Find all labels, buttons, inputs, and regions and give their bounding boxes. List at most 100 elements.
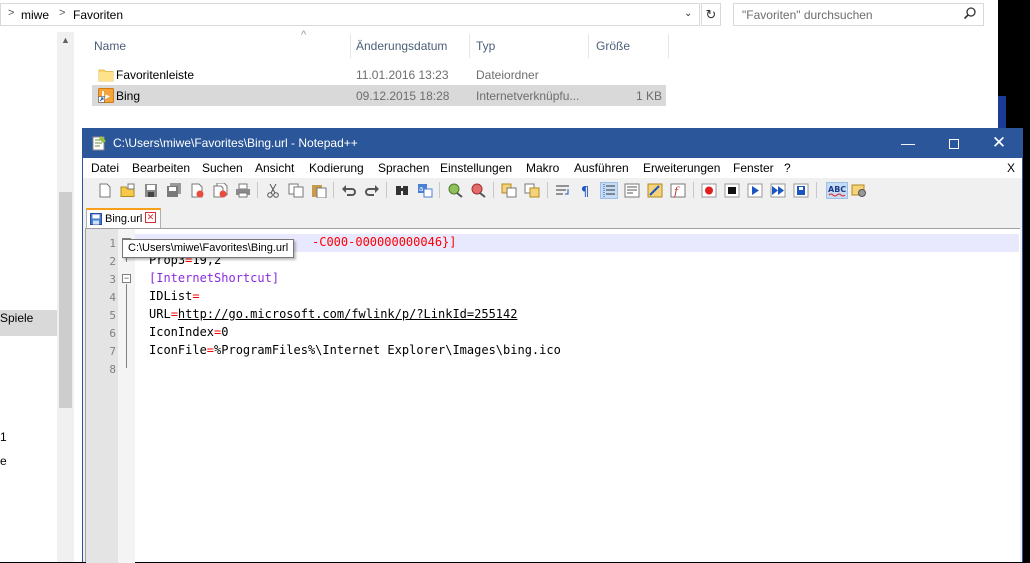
menu-file[interactable]: Datei	[91, 161, 119, 175]
paste-icon[interactable]	[311, 183, 327, 198]
file-date: 11.01.2016 13:23	[356, 68, 449, 82]
menu-run[interactable]: Ausführen	[574, 161, 629, 175]
doc-map-icon[interactable]	[647, 183, 663, 198]
line-number: 3	[109, 273, 116, 286]
file-name: Favoritenleiste	[116, 68, 195, 82]
line-number: 7	[109, 345, 116, 358]
menu-edit[interactable]: Bearbeiten	[132, 161, 190, 175]
close-button[interactable]: ✕	[976, 128, 1022, 158]
key-text: IconFile	[149, 343, 207, 357]
line-number: 1	[109, 237, 116, 250]
run-macro-multiple-icon[interactable]	[770, 183, 786, 198]
menu-view[interactable]: Ansicht	[255, 161, 294, 175]
menu-plugins[interactable]: Erweiterungen	[643, 161, 720, 175]
code-line-6: IconIndex=0	[149, 325, 229, 339]
sync-horizontal-icon[interactable]	[524, 183, 540, 198]
column-headers: ^ Name Änderungsdatum Typ Größe	[86, 29, 676, 58]
print-icon[interactable]	[235, 183, 251, 198]
maximize-button[interactable]	[931, 128, 977, 158]
title-bar[interactable]: C:\Users\miwe\Favorites\Bing.url - Notep…	[83, 128, 1022, 158]
cut-icon[interactable]	[265, 183, 281, 198]
column-divider[interactable]	[469, 34, 470, 58]
address-bar[interactable]: > miwe > Favoriten ⌄	[0, 3, 700, 26]
chevron-right-icon[interactable]: >	[8, 7, 14, 19]
search-input[interactable]	[735, 5, 955, 24]
menu-help[interactable]: ?	[784, 161, 791, 175]
file-row[interactable]: Bing 09.12.2015 18:28 Internetverknüpfu.…	[92, 85, 666, 106]
menu-window[interactable]: Fenster	[733, 161, 774, 175]
close-all-icon[interactable]	[212, 183, 228, 198]
code-line-1: -C000-000000000046}]	[312, 235, 457, 249]
replace-icon[interactable]: a	[417, 183, 433, 198]
url-link[interactable]: http://go.microsoft.com/fwlink/p/?LinkId…	[178, 307, 518, 321]
file-name: Bing	[116, 89, 141, 103]
redo-icon[interactable]	[364, 183, 380, 198]
breadcrumb-miwe[interactable]: miwe	[21, 8, 49, 22]
close-document-button[interactable]: X	[1007, 161, 1015, 175]
column-header-size[interactable]: Größe	[596, 39, 630, 53]
text-editor[interactable]: 1 2 3 4 5 6 7 8 − − -C000-000000000046}]…	[85, 228, 1020, 563]
play-macro-icon[interactable]	[747, 183, 763, 198]
function-list-icon[interactable]: f	[670, 183, 686, 198]
close-file-icon[interactable]	[189, 183, 205, 198]
word-wrap-icon[interactable]	[555, 183, 571, 198]
menu-language[interactable]: Sprachen	[378, 161, 429, 175]
column-divider[interactable]	[668, 34, 669, 58]
tab-bing-url[interactable]: Bing.url ✕	[86, 208, 161, 229]
show-all-characters-icon[interactable]: ¶	[578, 183, 594, 198]
menu-settings[interactable]: Einstellungen	[440, 161, 512, 175]
nav-item-fragment[interactable]: e	[0, 454, 7, 468]
equals-operator: =	[170, 307, 178, 321]
spell-settings-icon[interactable]	[851, 183, 867, 198]
record-macro-icon[interactable]	[701, 183, 717, 198]
bing-url-icon	[98, 88, 114, 103]
nav-scrollbar[interactable]: ▲	[57, 32, 74, 562]
file-date: 09.12.2015 18:28	[356, 89, 450, 103]
file-type: Dateiordner	[476, 68, 539, 82]
nav-item-fragment[interactable]: 1	[0, 430, 7, 444]
save-icon[interactable]	[143, 183, 159, 198]
column-header-name[interactable]: Name	[94, 39, 126, 53]
stop-macro-icon[interactable]	[724, 183, 740, 198]
key-text: URL	[149, 307, 171, 321]
key-text: IDList	[149, 289, 193, 303]
user-language-icon[interactable]	[624, 183, 640, 198]
save-all-icon[interactable]	[166, 183, 182, 198]
save-macro-icon[interactable]	[793, 183, 809, 198]
line-number: 6	[109, 327, 116, 340]
refresh-button[interactable]: ↻	[701, 3, 721, 26]
new-file-icon[interactable]	[97, 183, 113, 198]
copy-icon[interactable]	[288, 183, 304, 198]
column-divider[interactable]	[350, 34, 351, 58]
zoom-out-icon[interactable]	[470, 183, 486, 198]
undo-icon[interactable]	[341, 183, 357, 198]
scroll-up-icon[interactable]: ▲	[57, 32, 74, 49]
menu-encoding[interactable]: Kodierung	[309, 161, 364, 175]
menu-search[interactable]: Suchen	[202, 161, 243, 175]
toolbar-separator	[547, 182, 548, 198]
minimize-button[interactable]: —	[885, 128, 931, 158]
search-box[interactable]	[733, 3, 984, 26]
search-icon[interactable]	[963, 6, 977, 20]
zoom-in-icon[interactable]	[447, 183, 463, 198]
column-divider[interactable]	[588, 34, 589, 58]
menu-bar: Datei Bearbeiten Suchen Ansicht Kodierun…	[83, 158, 1022, 178]
svg-text:a: a	[419, 185, 423, 193]
chevron-down-icon[interactable]: ⌄	[684, 8, 692, 19]
tab-close-icon[interactable]: ✕	[145, 212, 156, 223]
scrollbar-thumb[interactable]	[59, 192, 72, 408]
column-header-date[interactable]: Änderungsdatum	[356, 39, 447, 53]
open-file-icon[interactable]	[120, 183, 136, 198]
chevron-right-icon[interactable]: >	[59, 7, 65, 19]
indent-guide-icon[interactable]	[600, 182, 618, 199]
menu-macro[interactable]: Makro	[526, 161, 559, 175]
column-header-type[interactable]: Typ	[476, 39, 495, 53]
file-row[interactable]: Favoritenleiste 11.01.2016 13:23 Dateior…	[92, 64, 666, 85]
nav-item-games[interactable]: Spiele	[0, 311, 33, 325]
spell-check-icon[interactable]: ABC	[826, 182, 848, 199]
find-icon[interactable]	[394, 183, 410, 198]
file-size: 1 KB	[635, 89, 662, 103]
sync-vertical-icon[interactable]	[501, 183, 517, 198]
breadcrumb-favoriten[interactable]: Favoriten	[73, 8, 123, 22]
fold-toggle-icon[interactable]: −	[122, 274, 131, 283]
